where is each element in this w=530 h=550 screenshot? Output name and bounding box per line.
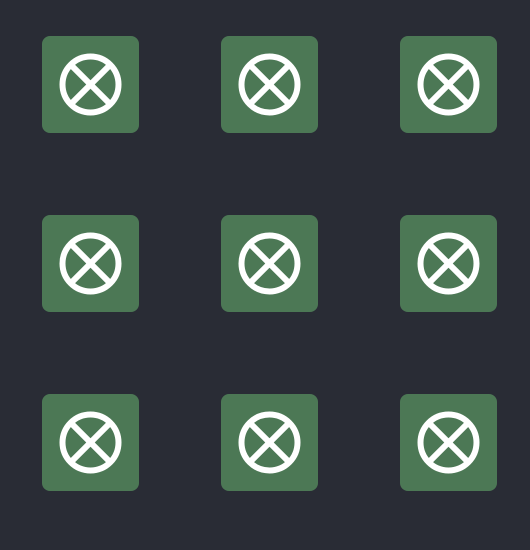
o-mark-icon [59,232,122,295]
cell-3[interactable] [42,215,139,312]
o-mark-icon [238,232,301,295]
cell-4[interactable] [221,215,318,312]
o-mark-icon [417,53,480,116]
o-mark-icon [238,53,301,116]
cell-8[interactable] [400,394,497,491]
cell-7[interactable] [221,394,318,491]
o-mark-icon [417,232,480,295]
cell-5[interactable] [400,215,497,312]
cell-0[interactable] [42,36,139,133]
o-mark-icon [59,53,122,116]
o-mark-icon [417,411,480,474]
game-board [0,0,530,550]
cell-2[interactable] [400,36,497,133]
cell-6[interactable] [42,394,139,491]
cell-1[interactable] [221,36,318,133]
o-mark-icon [59,411,122,474]
o-mark-icon [238,411,301,474]
